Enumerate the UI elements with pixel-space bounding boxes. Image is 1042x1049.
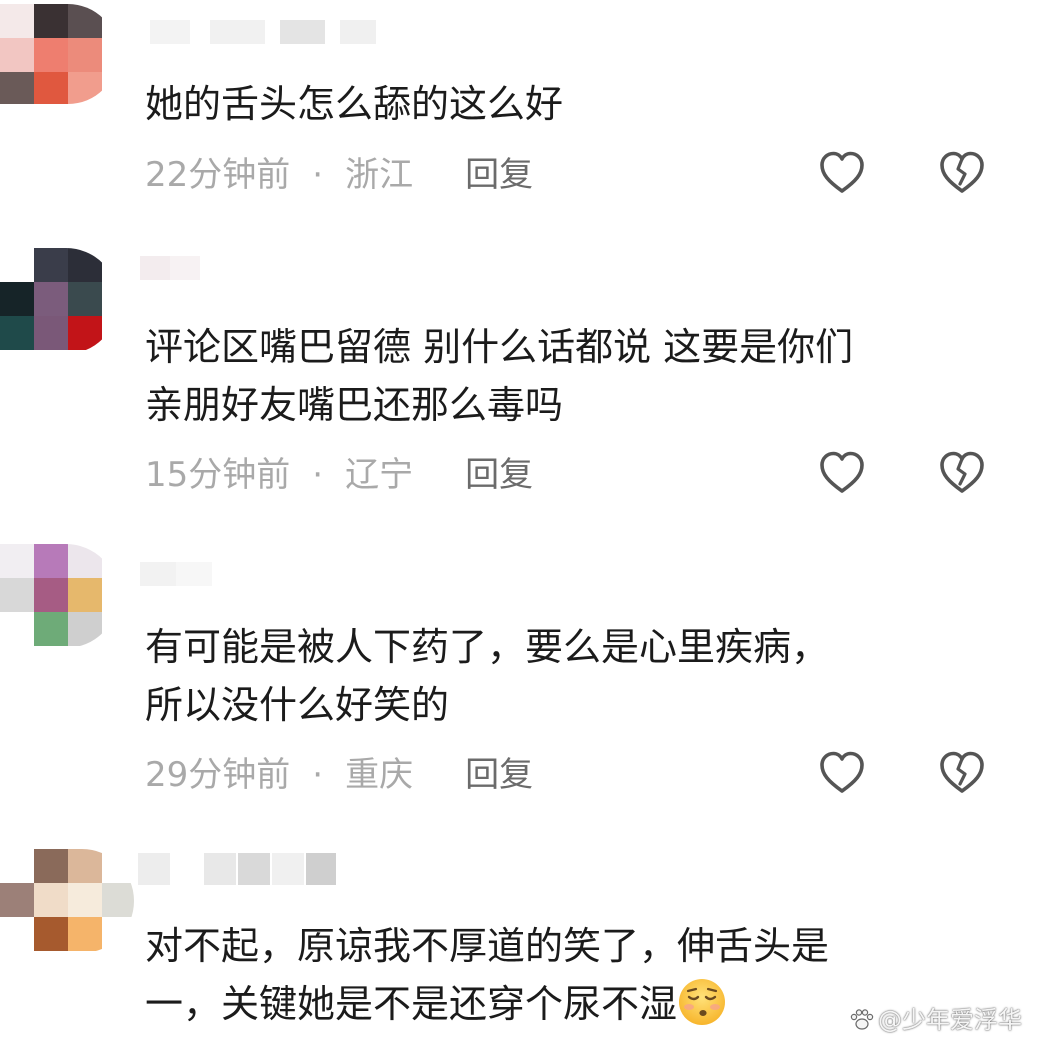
comment-time: 29分钟前 <box>145 755 291 795</box>
like-button[interactable] <box>818 450 866 496</box>
comment-meta: 15分钟前 · 辽宁 回复 <box>145 453 533 497</box>
comment-item: 评论区嘴巴留德 别什么话都说 这要是你们 亲朋好友嘴巴还那么毒吗 15分钟前 · 辽… <box>0 240 1042 520</box>
reply-button[interactable]: 回复 <box>465 453 533 497</box>
like-button[interactable] <box>818 750 866 796</box>
avatar[interactable] <box>0 248 118 354</box>
meta-separator: · <box>312 155 324 195</box>
username-blurred[interactable] <box>140 562 220 590</box>
heart-outline-icon <box>820 451 864 493</box>
avatar[interactable] <box>0 544 118 648</box>
username-blurred[interactable] <box>138 853 338 885</box>
meta-separator: · <box>312 755 324 795</box>
meta-separator: · <box>312 455 324 495</box>
like-button[interactable] <box>818 150 866 196</box>
username-blurred[interactable] <box>150 20 380 48</box>
heart-outline-icon <box>820 751 864 793</box>
reply-button[interactable]: 回复 <box>465 153 533 197</box>
comment-time: 22分钟前 <box>145 155 291 195</box>
comment-meta: 29分钟前 · 重庆 回复 <box>145 753 533 797</box>
comment-text: 有可能是被人下药了，要么是心里疾病， 所以没什么好笑的 <box>145 625 830 727</box>
comment-time: 15分钟前 <box>145 455 291 495</box>
heart-outline-icon <box>820 151 864 193</box>
broken-heart-icon <box>940 451 984 493</box>
watermark: @少年爱浮华 <box>849 1005 1022 1035</box>
comment-location: 重庆 <box>345 755 414 795</box>
username-blurred[interactable] <box>140 256 210 284</box>
dislike-button[interactable] <box>938 150 986 196</box>
comment-text: 评论区嘴巴留德 别什么话都说 这要是你们 亲朋好友嘴巴还那么毒吗 <box>145 325 854 427</box>
dislike-button[interactable] <box>938 750 986 796</box>
comment-meta: 22分钟前 · 浙江 回复 <box>145 153 533 197</box>
avatar[interactable] <box>0 4 118 104</box>
comment-item: 对不起，原谅我不厚道的笑了，伸舌头是 一，关键她是不是还穿个尿不湿 @少年爱浮华 <box>0 845 1042 1049</box>
broken-heart-icon <box>940 751 984 793</box>
comment-location: 浙江 <box>345 155 414 195</box>
reply-button[interactable]: 回复 <box>465 753 533 797</box>
avatar[interactable] <box>0 849 134 953</box>
paw-logo-icon <box>850 1009 874 1030</box>
pensive-face-emoji <box>677 977 727 1027</box>
comment-location: 辽宁 <box>345 455 414 495</box>
broken-heart-icon <box>940 151 984 193</box>
comment-item: 她的舌头怎么舔的这么好 22分钟前 · 浙江 回复 <box>0 0 1042 230</box>
dislike-button[interactable] <box>938 450 986 496</box>
watermark-text: @少年爱浮华 <box>878 1006 1022 1034</box>
comment-item: 有可能是被人下药了，要么是心里疾病， 所以没什么好笑的 29分钟前 · 重庆 回复 <box>0 540 1042 830</box>
comment-text: 她的舌头怎么舔的这么好 <box>145 82 564 126</box>
